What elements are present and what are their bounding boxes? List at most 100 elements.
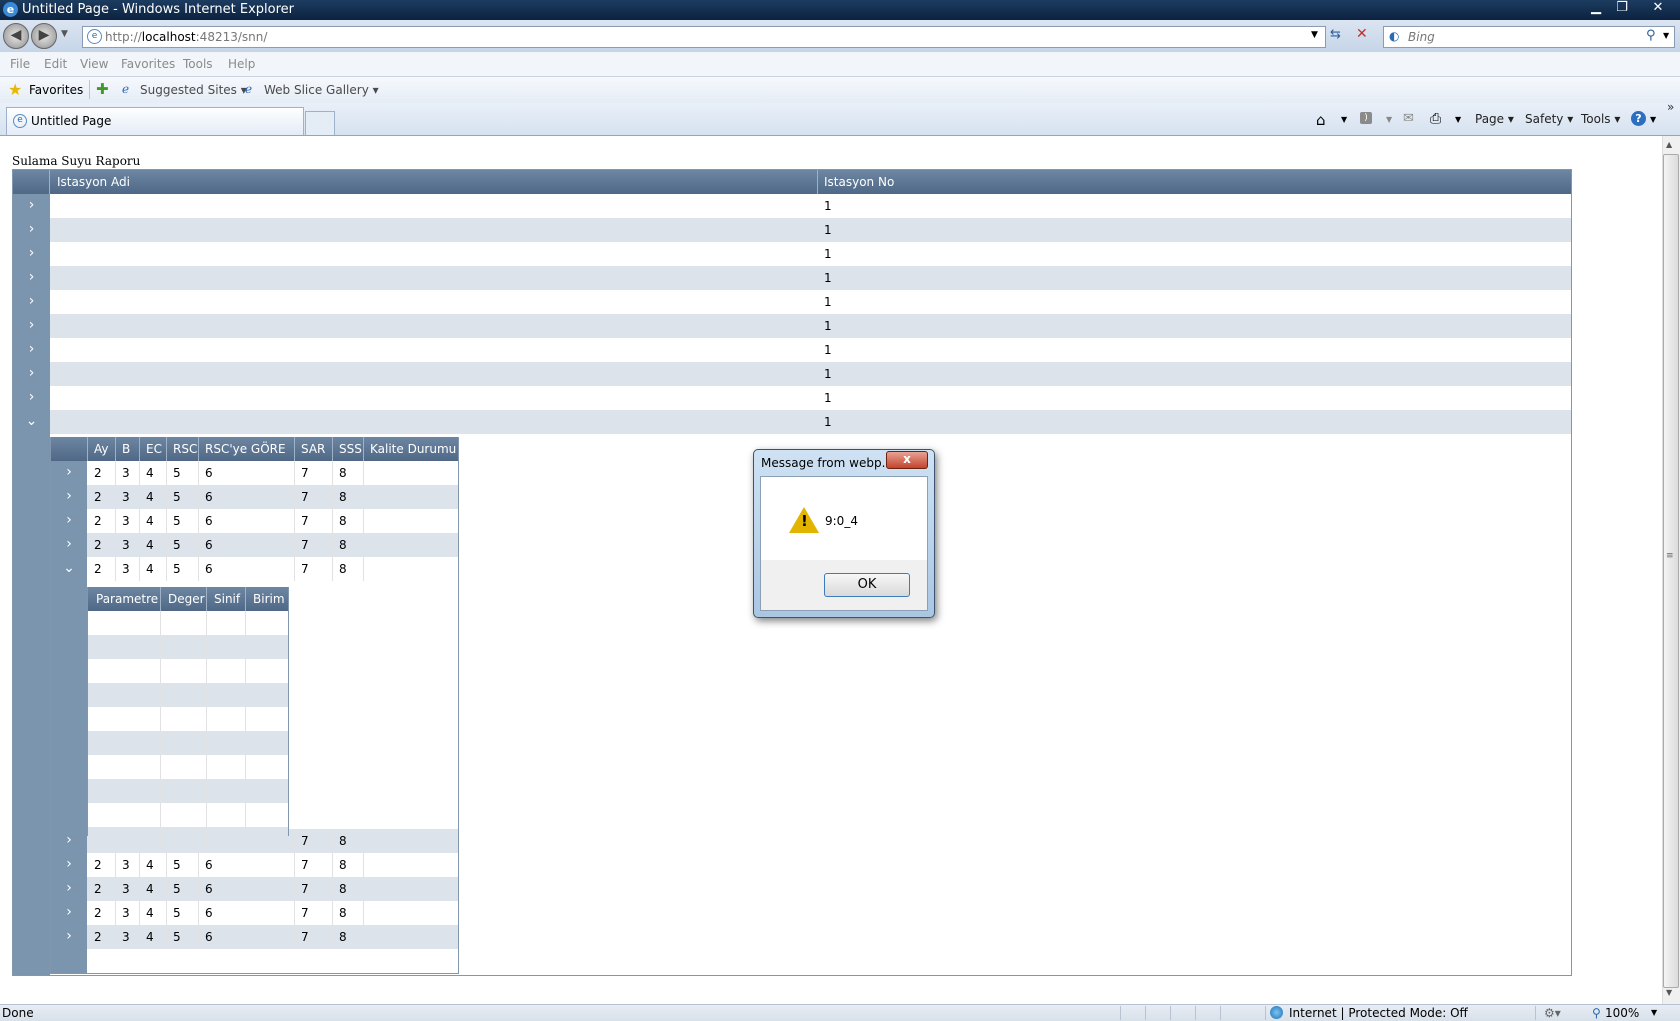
new-tab-button[interactable] <box>305 111 335 135</box>
feeds-icon[interactable]: ) <box>1360 112 1372 124</box>
suggested-sites-button[interactable]: Suggested Sites ▾ <box>140 83 247 97</box>
paramgrid-col-header[interactable]: Sinif <box>214 592 240 606</box>
station-row[interactable]: 1 <box>50 242 1571 266</box>
add-favorite-icon[interactable]: ✚ <box>96 80 109 98</box>
month-row[interactable]: 2 3 4 5 6 7 8 <box>87 509 458 533</box>
home-dropdown-icon[interactable]: ▼ <box>1341 115 1347 124</box>
col-istasyon-no[interactable]: Istasyon No <box>824 175 894 189</box>
expand-row-icon[interactable]: › <box>13 389 50 407</box>
menu-favorites[interactable]: Favorites <box>121 57 175 71</box>
month-row[interactable]: 2 3 4 5 6 7 8 <box>87 533 458 557</box>
search-input[interactable]: ◐ Bing ⚲ ▼ <box>1383 26 1675 48</box>
month-row[interactable]: 2 3 4 5 6 7 8 <box>87 557 458 581</box>
parameter-row[interactable] <box>88 659 288 683</box>
month-row[interactable]: 2 3 4 5 6 7 8 <box>87 877 458 901</box>
dialog-ok-button[interactable]: OK <box>824 573 910 597</box>
address-dropdown-icon[interactable]: ▼ <box>1311 30 1318 40</box>
address-bar[interactable]: e http://localhost:48213/snn/ ▼ <box>82 26 1326 48</box>
station-row[interactable]: 1 <box>50 194 1571 218</box>
expand-row-icon[interactable]: › <box>51 928 87 946</box>
station-row[interactable]: 1 <box>50 266 1571 290</box>
help-dropdown-icon[interactable]: ▼ <box>1650 115 1656 124</box>
menu-tools[interactable]: Tools <box>183 57 213 71</box>
month-row[interactable]: 2 3 4 5 6 7 8 <box>87 485 458 509</box>
subgrid-col-header[interactable]: RSC <box>173 442 197 456</box>
subgrid-col-header[interactable]: B <box>122 442 130 456</box>
parameter-row[interactable] <box>88 707 288 731</box>
menu-view[interactable]: View <box>80 57 108 71</box>
scroll-up-icon[interactable]: ▲ <box>1666 140 1672 149</box>
parameter-row[interactable] <box>88 731 288 755</box>
paramgrid-col-header[interactable]: Birim <box>253 592 285 606</box>
tab-untitled-page[interactable]: e Untitled Page <box>6 107 304 135</box>
zoom-dropdown-icon[interactable]: ▼ <box>1651 1008 1657 1017</box>
page-menu-button[interactable]: Page ▾ <box>1475 112 1514 126</box>
subgrid-col-header[interactable]: Kalite Durumu <box>370 442 456 456</box>
month-row[interactable]: 2 3 4 5 6 7 8 <box>87 853 458 877</box>
collapse-row-icon[interactable]: ⌄ <box>51 560 87 578</box>
close-window-button[interactable]: ✕ <box>1646 0 1670 18</box>
web-slice-gallery-button[interactable]: Web Slice Gallery ▾ <box>264 83 379 97</box>
expand-row-icon[interactable]: › <box>13 197 50 215</box>
minimize-button[interactable]: ▁ <box>1584 0 1608 18</box>
expand-row-icon[interactable]: › <box>51 880 87 898</box>
home-icon[interactable]: ⌂ <box>1316 111 1326 129</box>
parameter-row[interactable] <box>88 755 288 779</box>
history-dropdown-icon[interactable]: ▼ <box>61 29 68 39</box>
parameter-row[interactable] <box>88 803 288 827</box>
expand-row-icon[interactable]: › <box>13 245 50 263</box>
parameter-row[interactable] <box>88 635 288 659</box>
print-icon[interactable]: ⎙ <box>1430 111 1441 127</box>
col-istasyon-adi[interactable]: Istasyon Adi <box>57 175 130 189</box>
station-row[interactable]: 1 <box>50 386 1571 410</box>
subgrid-col-header[interactable]: SAR <box>301 442 325 456</box>
favorites-button[interactable]: Favorites <box>29 83 83 97</box>
subgrid-col-header[interactable]: RSC'ye GÖRE <box>205 442 286 456</box>
search-options-icon[interactable]: ▼ <box>1663 31 1669 40</box>
toolbar-overflow-icon[interactable]: » <box>1667 100 1674 114</box>
paramgrid-col-header[interactable]: Parametre <box>96 592 158 606</box>
expand-row-icon[interactable]: › <box>51 904 87 922</box>
scrollbar-thumb[interactable]: ≡ <box>1663 154 1679 988</box>
expand-row-icon[interactable]: › <box>51 512 87 530</box>
month-row[interactable]: 2 3 4 5 6 7 8 <box>87 925 458 949</box>
parameter-row[interactable] <box>88 683 288 707</box>
menu-edit[interactable]: Edit <box>44 57 67 71</box>
stop-icon[interactable]: ✕ <box>1356 26 1368 42</box>
paramgrid-col-header[interactable]: Deger <box>168 592 205 606</box>
month-row[interactable]: 2 3 4 5 6 7 8 <box>87 901 458 925</box>
subgrid-col-header[interactable]: SSS <box>339 442 362 456</box>
collapse-row-icon[interactable]: ⌄ <box>13 413 50 431</box>
expand-row-icon[interactable]: › <box>51 488 87 506</box>
refresh-icon[interactable]: ⇆ <box>1330 27 1341 42</box>
expand-row-icon[interactable]: › <box>51 464 87 482</box>
month-row[interactable]: 2 3 4 5 6 7 8 <box>87 461 458 485</box>
subgrid-col-header[interactable]: Ay <box>94 442 109 456</box>
expand-row-icon[interactable]: › <box>13 365 50 383</box>
expand-row-icon[interactable]: › <box>13 269 50 287</box>
feeds-dropdown-icon[interactable]: ▼ <box>1386 115 1392 124</box>
expand-row-icon[interactable]: › <box>51 832 87 850</box>
expand-row-icon[interactable]: › <box>51 536 87 554</box>
station-row[interactable]: 1 <box>50 218 1571 242</box>
scroll-down-icon[interactable]: ▼ <box>1666 988 1672 997</box>
expand-row-icon[interactable]: › <box>51 856 87 874</box>
zoom-level[interactable]: 100% <box>1605 1006 1639 1020</box>
tools-menu-button[interactable]: Tools ▾ <box>1581 112 1620 126</box>
search-icon[interactable]: ⚲ <box>1646 28 1656 43</box>
dialog-close-button[interactable]: x <box>886 451 928 469</box>
safety-menu-button[interactable]: Safety ▾ <box>1525 112 1573 126</box>
back-icon[interactable]: ◀ <box>3 23 29 49</box>
parameter-row[interactable] <box>88 611 288 635</box>
protected-mode-icon[interactable]: ⚙▾ <box>1544 1006 1561 1020</box>
station-row[interactable]: 1 <box>50 290 1571 314</box>
expand-row-icon[interactable]: › <box>13 293 50 311</box>
restore-button[interactable]: ❐ <box>1610 0 1634 18</box>
expand-row-icon[interactable]: › <box>13 317 50 335</box>
station-row[interactable]: 1 <box>50 362 1571 386</box>
parameter-row[interactable] <box>88 827 288 851</box>
station-row[interactable]: 1 <box>50 338 1571 362</box>
menu-help[interactable]: Help <box>228 57 255 71</box>
parameter-row[interactable] <box>88 779 288 803</box>
expand-row-icon[interactable]: › <box>13 221 50 239</box>
